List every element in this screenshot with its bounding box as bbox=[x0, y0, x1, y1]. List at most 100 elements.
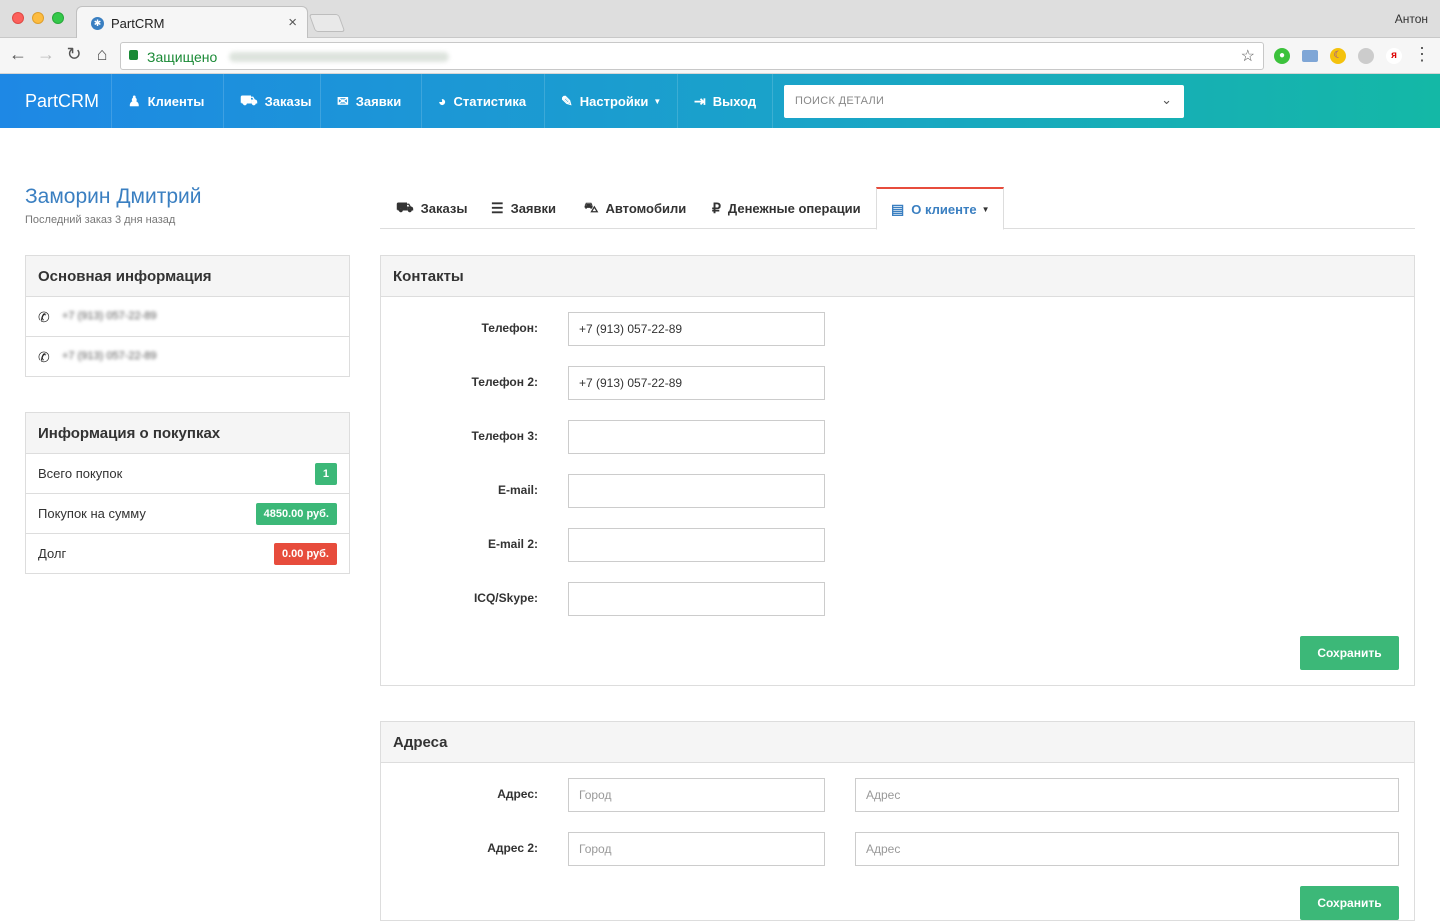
bookmark-star-icon[interactable]: ☆ bbox=[1241, 46, 1255, 66]
browser-tab[interactable]: ✱ PartCRM × bbox=[76, 6, 308, 39]
purchases-panel: Информация о покупках Всего покупок 1 По… bbox=[25, 412, 350, 574]
city2-input[interactable] bbox=[568, 832, 825, 866]
comments-icon: ✉ bbox=[337, 92, 349, 109]
wrench-icon: ✎ bbox=[561, 92, 573, 109]
phone-input[interactable] bbox=[568, 312, 825, 346]
field-label: Адрес 2: bbox=[487, 841, 538, 855]
field-label: Телефон 3: bbox=[471, 429, 538, 443]
user-icon: ♟ bbox=[128, 92, 141, 109]
nav-item-requests[interactable]: ✉ Заявки bbox=[320, 74, 417, 128]
phone3-input[interactable] bbox=[568, 420, 825, 454]
address-bar[interactable]: Защищено ☆ bbox=[120, 42, 1264, 70]
new-tab-button[interactable] bbox=[308, 14, 346, 32]
save-contacts-button[interactable]: Сохранить bbox=[1300, 636, 1399, 670]
row-label: Покупок на сумму bbox=[38, 506, 146, 521]
email-field-row: E-mail: bbox=[381, 474, 1414, 508]
phone2-field-row: Телефон 2: bbox=[381, 366, 1414, 400]
field-label: E-mail: bbox=[497, 483, 538, 497]
debt-row: Долг 0.00 руб. bbox=[26, 534, 349, 574]
purchases-sum-badge: 4850.00 руб. bbox=[255, 503, 337, 525]
caret-down-icon: ▼ bbox=[981, 204, 990, 214]
part-search-select[interactable]: ПОИСК ДЕТАЛИ ⌄ bbox=[784, 85, 1184, 118]
maximize-window-button[interactable] bbox=[52, 12, 64, 24]
contacts-panel: Контакты Телефон: Телефон 2: Телефон 3: … bbox=[380, 255, 1415, 686]
mail-extension-icon[interactable] bbox=[1302, 50, 1318, 62]
contacts-title: Контакты bbox=[381, 256, 1414, 297]
caret-down-icon: ▼ bbox=[653, 96, 662, 106]
minimize-window-button[interactable] bbox=[32, 12, 44, 24]
back-arrow-icon[interactable]: ← bbox=[6, 44, 30, 65]
skype-input[interactable] bbox=[568, 582, 825, 616]
nav-item-label: Статистика bbox=[453, 93, 527, 109]
pie-chart-icon: ◕ bbox=[438, 93, 447, 109]
tab-requests[interactable]: ☰ Заявки bbox=[477, 187, 570, 229]
purchases-title: Информация о покупках bbox=[26, 413, 349, 454]
nav-item-clients[interactable]: ♟ Клиенты bbox=[111, 74, 220, 128]
browser-profile-name[interactable]: Антон bbox=[1395, 12, 1428, 26]
purchases-sum-row: Покупок на сумму 4850.00 руб. bbox=[26, 494, 349, 534]
tab-orders[interactable]: ⛟ Заказы bbox=[382, 187, 481, 229]
basic-info-panel: Основная информация ✆ +7 (913) 057-22-89… bbox=[25, 255, 350, 377]
address-input[interactable] bbox=[855, 778, 1399, 812]
nav-item-label: Настройки bbox=[579, 93, 649, 109]
field-label: E-mail 2: bbox=[487, 537, 538, 551]
cart-icon: ⛟ bbox=[396, 198, 414, 215]
car-icon: ⛍ bbox=[584, 198, 599, 215]
email2-input[interactable] bbox=[568, 528, 825, 562]
row-label: Долг bbox=[38, 546, 67, 561]
key-extension-icon[interactable] bbox=[1358, 48, 1374, 64]
client-name: Заморин Дмитрий bbox=[25, 185, 202, 208]
city-input[interactable] bbox=[568, 778, 825, 812]
addresses-title: Адреса bbox=[381, 722, 1414, 763]
field-label: Телефон 2: bbox=[471, 375, 538, 389]
moon-extension-icon[interactable]: ☾ bbox=[1330, 48, 1346, 64]
tab-label: Денежные операции bbox=[727, 200, 861, 216]
home-icon[interactable]: ⌂ bbox=[90, 44, 114, 65]
total-purchases-badge: 1 bbox=[314, 463, 337, 485]
debt-badge: 0.00 руб. bbox=[273, 543, 337, 565]
tab-label: Заявки bbox=[510, 200, 557, 216]
secure-label: Защищено bbox=[147, 49, 218, 65]
phone-row: ✆ +7 (913) 057-22-89 bbox=[26, 337, 349, 377]
chevron-down-icon: ⌄ bbox=[1161, 92, 1172, 107]
browser-menu-icon[interactable]: ⋮ bbox=[1410, 44, 1434, 65]
phone-icon: ✆ bbox=[38, 309, 50, 325]
field-label: Телефон: bbox=[481, 321, 538, 335]
nav-item-label: Клиенты bbox=[147, 93, 205, 109]
nav-item-label: Заказы bbox=[264, 93, 312, 109]
row-label: Всего покупок bbox=[38, 466, 123, 481]
nav-item-settings[interactable]: ✎ Настройки ▼ bbox=[544, 74, 677, 128]
tab-title: PartCRM bbox=[111, 16, 165, 31]
logout-icon: ⇥ bbox=[694, 92, 706, 109]
nav-item-statistics[interactable]: ◕ Статистика bbox=[421, 74, 542, 128]
app-navbar: PartCRM ♟ Клиенты ⛟ Заказы ✉ Заявки ◕ Статис… bbox=[0, 74, 1440, 128]
url-redacted bbox=[229, 52, 449, 62]
brand-logo[interactable]: PartCRM bbox=[25, 91, 99, 112]
tab-about-client[interactable]: ▤ О клиенте ▼ bbox=[876, 187, 1005, 230]
reload-icon[interactable]: ↻ bbox=[62, 44, 86, 65]
nav-item-logout[interactable]: ⇥ Выход bbox=[677, 74, 774, 128]
client-tabs: ⛟ Заказы ☰ Заявки ⛍ Автомобили ₽ Денежные оп… bbox=[380, 187, 1415, 230]
tab-money-operations[interactable]: ₽ Денежные операции bbox=[698, 187, 875, 229]
nav-item-orders[interactable]: ⛟ Заказы bbox=[223, 74, 327, 128]
lock-icon bbox=[129, 50, 138, 60]
yandex-extension-icon[interactable]: я bbox=[1386, 48, 1402, 64]
tab-close-icon[interactable]: × bbox=[288, 14, 297, 31]
email-input[interactable] bbox=[568, 474, 825, 508]
phone2-input[interactable] bbox=[568, 366, 825, 400]
close-window-button[interactable] bbox=[12, 12, 24, 24]
tab-label: Заказы bbox=[420, 200, 468, 216]
address2-input[interactable] bbox=[855, 832, 1399, 866]
forward-arrow-icon[interactable]: → bbox=[34, 44, 58, 65]
cart-icon: ⛟ bbox=[240, 91, 258, 108]
address-field-row: Адрес: bbox=[381, 778, 1414, 812]
phone-icon: ✆ bbox=[38, 349, 50, 365]
basic-info-title: Основная информация bbox=[26, 256, 349, 297]
tab-cars[interactable]: ⛍ Автомобили bbox=[570, 187, 700, 229]
tab-label: Автомобили bbox=[605, 200, 687, 216]
extension-green-icon[interactable]: ● bbox=[1274, 48, 1290, 64]
skype-field-row: ICQ/Skype: bbox=[381, 582, 1414, 616]
email2-field-row: E-mail 2: bbox=[381, 528, 1414, 562]
addresses-panel: Адреса Адрес: Адрес 2: Сохранить bbox=[380, 721, 1415, 921]
save-addresses-button[interactable]: Сохранить bbox=[1300, 886, 1399, 920]
